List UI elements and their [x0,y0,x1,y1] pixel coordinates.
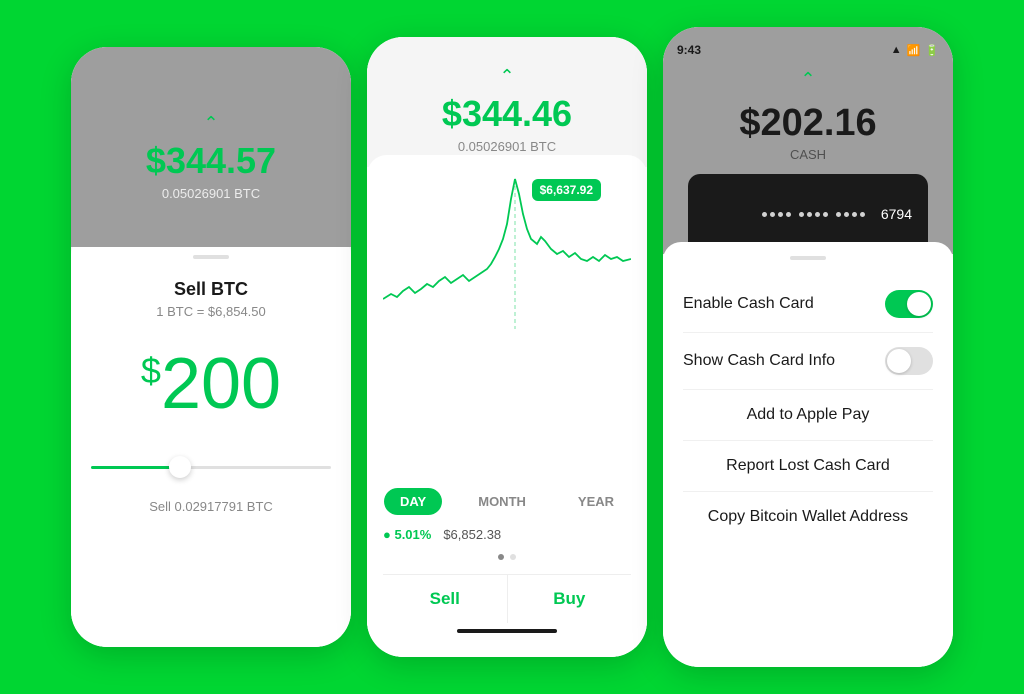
tab-year[interactable]: YEAR [562,488,630,515]
card-dot-6 [807,212,812,217]
chevron-up-icon[interactable]: ⌃ [203,113,218,134]
screen3-header: 9:43 ▲ 📶 🔋 ⌃ $202.16 CASH [663,27,953,254]
dollar-sign: $ [141,350,161,391]
enable-cash-card-label: Enable Cash Card [683,295,814,313]
report-lost-card-button[interactable]: Report Lost Cash Card [663,441,953,491]
sell-button[interactable]: Sell [383,575,508,623]
tab-month[interactable]: MONTH [462,488,542,515]
card-dot-5 [799,212,804,217]
signal-icon: ▲ [891,44,902,56]
card-dot-2 [770,212,775,217]
chart-tooltip: $6,637.92 [532,179,601,201]
card-dot-9 [836,212,841,217]
toggle-thumb-on [907,292,931,316]
card-dot-8 [823,212,828,217]
stat-percent: ● 5.01% [383,527,431,542]
card-dot-3 [778,212,783,217]
amount-slider-container[interactable] [91,455,331,479]
wifi-icon: 📶 [907,44,921,57]
phone-btc-chart: ⌃ $344.46 0.05026901 BTC $6,637.92 [367,37,647,657]
card-dot-4 [786,212,791,217]
screen2-header: ⌃ $344.46 0.05026901 BTC [367,37,647,167]
screens-container: ⌃ $344.57 0.05026901 BTC Sell BTC 1 BTC … [51,7,973,687]
btc-header-sub: 0.05026901 BTC [162,186,260,201]
chart-stats: ● 5.01% $6,852.38 [383,527,631,542]
screen1-body: Sell BTC 1 BTC = $6,854.50 $200 Sell 0.0… [71,235,351,647]
time-tabs: DAY MONTH YEAR [383,488,631,515]
drag-handle[interactable] [193,255,229,259]
screen2-header-sub: 0.05026901 BTC [458,139,556,154]
screen2: ⌃ $344.46 0.05026901 BTC $6,637.92 [367,37,647,657]
dot-2 [510,554,516,560]
enable-card-toggle[interactable] [885,290,933,318]
dots-indicator [383,554,631,560]
sell-amount: $200 [141,343,281,425]
bottom-sheet: Enable Cash Card Show Cash Card Info Add… [663,242,953,667]
sell-title: Sell BTC [174,279,248,300]
show-card-info-toggle[interactable] [885,347,933,375]
stat-price: $6,852.38 [443,527,501,542]
sell-rate: 1 BTC = $6,854.50 [156,304,266,319]
copy-btc-address-button[interactable]: Copy Bitcoin Wallet Address [663,492,953,542]
sell-btc-label: Sell 0.02917791 BTC [149,499,273,514]
battery-icon: 🔋 [925,44,939,57]
phone-sell-btc: ⌃ $344.57 0.05026901 BTC Sell BTC 1 BTC … [71,47,351,647]
screen2-body: $6,637.92 [367,155,647,657]
screen2-header-amount: $344.46 [442,93,572,135]
screen1: ⌃ $344.57 0.05026901 BTC Sell BTC 1 BTC … [71,47,351,647]
screen3-chevron-up-icon[interactable]: ⌃ [800,69,815,90]
tab-day[interactable]: DAY [384,488,442,515]
status-time: 9:43 [677,43,701,57]
screen1-header: ⌃ $344.57 0.05026901 BTC [71,47,351,247]
screen2-chevron-up-icon[interactable]: ⌃ [499,66,514,87]
phone-cash-card: 9:43 ▲ 📶 🔋 ⌃ $202.16 CASH [663,27,953,667]
add-apple-pay-button[interactable]: Add to Apple Pay [663,390,953,440]
sheet-drag-handle[interactable] [790,256,826,260]
show-card-info-label: Show Cash Card Info [683,352,835,370]
status-bar: 9:43 ▲ 📶 🔋 [663,39,953,61]
cash-amount: $202.16 [739,102,876,145]
status-icons: ▲ 📶 🔋 [891,44,939,57]
slider-thumb[interactable] [169,456,191,478]
card-dot-12 [860,212,865,217]
card-dots: 6794 [762,206,912,222]
cash-label: CASH [790,147,826,162]
card-dot-1 [762,212,767,217]
show-card-info-row: Show Cash Card Info [663,333,953,389]
card-last4: 6794 [881,206,912,222]
toggle-thumb-off [887,349,911,373]
enable-cash-card-row: Enable Cash Card [663,276,953,332]
chart-container: $6,637.92 [383,169,631,476]
sell-amount-value: 200 [161,344,281,424]
screen3: 9:43 ▲ 📶 🔋 ⌃ $202.16 CASH [663,27,953,667]
home-indicator [457,629,557,633]
card-dot-group-3 [836,212,865,217]
buy-button[interactable]: Buy [508,575,632,623]
card-dot-10 [844,212,849,217]
card-dot-group-1 [762,212,791,217]
dot-1 [498,554,504,560]
btc-header-amount: $344.57 [146,140,276,182]
slider-track [91,466,331,469]
chart-action-buttons: Sell Buy [383,574,631,623]
card-dot-group-2 [799,212,828,217]
card-dot-7 [815,212,820,217]
card-dot-11 [852,212,857,217]
